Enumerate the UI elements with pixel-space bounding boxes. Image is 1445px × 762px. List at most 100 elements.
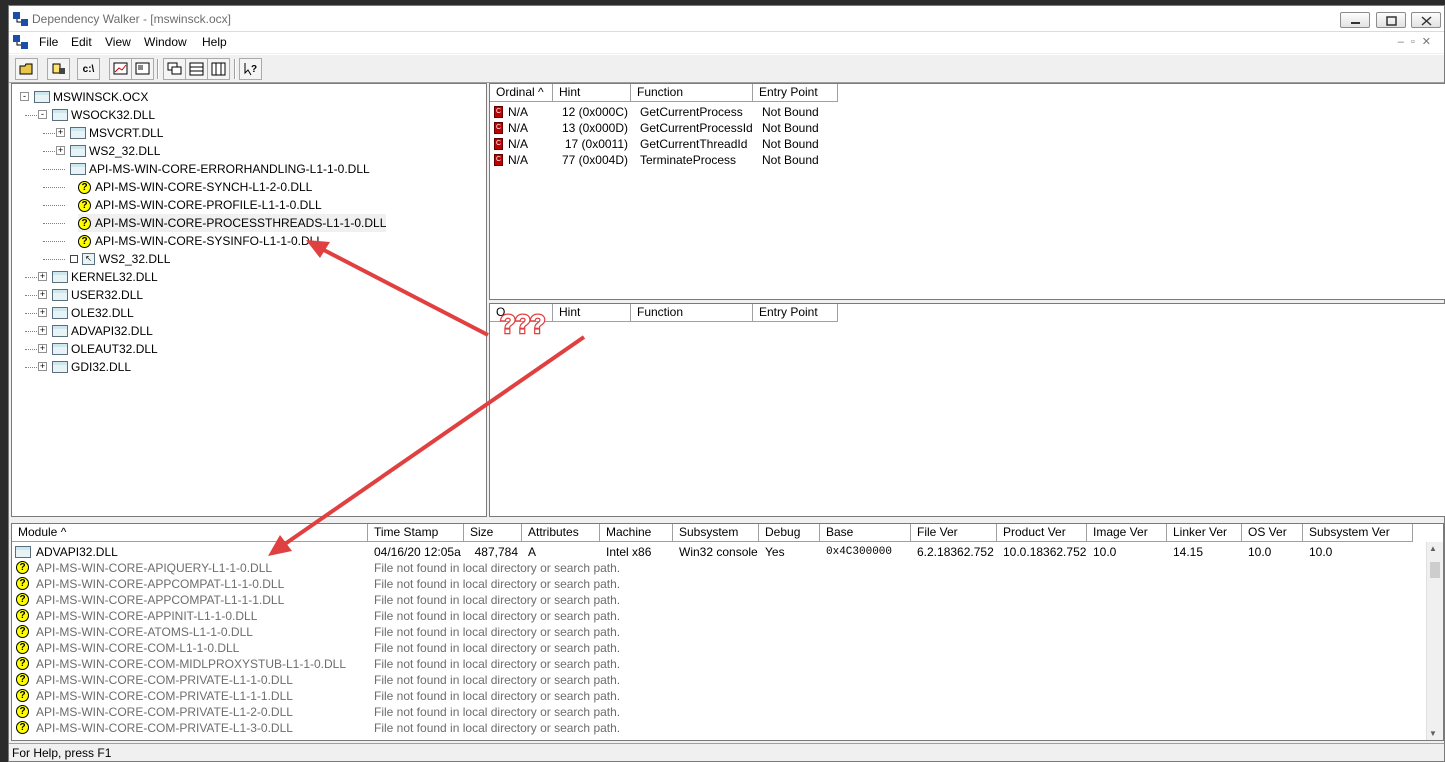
tree-connector: [25, 295, 37, 296]
split-button[interactable]: [207, 58, 230, 80]
cdir-button[interactable]: c:\: [77, 58, 100, 80]
properties-button[interactable]: [131, 58, 154, 80]
scroll-up-icon[interactable]: ▲: [1429, 544, 1437, 553]
missing-module-row[interactable]: ? API-MS-WIN-CORE-COM-PRIVATE-L1-2-0.DLL F…: [12, 704, 1422, 720]
tree-node-label: ADVAPI32.DLL: [71, 324, 153, 338]
column-header[interactable]: O: [490, 304, 553, 322]
menu-edit[interactable]: Edit: [71, 35, 92, 49]
tree-node[interactable]: OLE32.DLL: [52, 304, 134, 322]
tree-node[interactable]: ? API-MS-WIN-CORE-SYSINFO-L1-1-0.DLL: [78, 232, 323, 250]
column-header[interactable]: Attributes: [522, 524, 600, 542]
menu-window[interactable]: Window: [144, 35, 187, 49]
column-header[interactable]: Time Stamp: [368, 524, 464, 542]
expand-icon[interactable]: +: [38, 326, 47, 335]
tree-connector: [43, 169, 65, 170]
module-row[interactable]: ADVAPI32.DLL 04/16/20 12:05a 487,784 A Intel…: [12, 544, 1422, 560]
tree-node[interactable]: MSVCRT.DLL: [70, 124, 163, 142]
column-header[interactable]: Entry Point: [753, 84, 838, 102]
tree-node[interactable]: ? API-MS-WIN-CORE-SYNCH-L1-2-0.DLL: [78, 178, 312, 196]
cascade-button[interactable]: [185, 58, 208, 80]
expand-icon[interactable]: +: [38, 344, 47, 353]
tile-button[interactable]: [163, 58, 186, 80]
expand-icon[interactable]: +: [38, 290, 47, 299]
tree-node[interactable]: MSWINSCK.OCX: [34, 88, 148, 106]
column-header[interactable]: Subsystem: [673, 524, 759, 542]
column-header[interactable]: Entry Point: [753, 304, 838, 322]
missing-module-row[interactable]: ? API-MS-WIN-CORE-APPCOMPAT-L1-1-0.DLL Fil…: [12, 576, 1422, 592]
expand-icon[interactable]: +: [38, 272, 47, 281]
expand-icon[interactable]: +: [38, 362, 47, 371]
missing-module-row[interactable]: ? API-MS-WIN-CORE-APPCOMPAT-L1-1-1.DLL Fil…: [12, 592, 1422, 608]
menu-view[interactable]: View: [105, 35, 131, 49]
tree-node[interactable]: WS2_32.DLL: [70, 142, 160, 160]
tree-node[interactable]: GDI32.DLL: [52, 358, 131, 376]
column-header[interactable]: Base: [820, 524, 911, 542]
close-button[interactable]: [1411, 12, 1441, 28]
module-list-scrollbar[interactable]: ▲ ▼: [1426, 542, 1443, 740]
restore-button[interactable]: [1376, 12, 1406, 28]
missing-module-row[interactable]: ? API-MS-WIN-CORE-ATOMS-L1-1-0.DLL File no…: [12, 624, 1422, 640]
tree-node[interactable]: WSOCK32.DLL: [52, 106, 155, 124]
module-dependency-tree[interactable]: - MSWINSCK.OCX - WSOCK32.DLL + MSVCRT.DLL + WS2…: [11, 83, 487, 517]
tree-node[interactable]: USER32.DLL: [52, 286, 143, 304]
import-row[interactable]: C N/A 13 (0x000D) GetCurrentProcessId Not Bo…: [490, 120, 1390, 136]
missing-module-row[interactable]: ? API-MS-WIN-CORE-APPINIT-L1-1-0.DLL File …: [12, 608, 1422, 624]
find-button[interactable]: [47, 58, 70, 80]
column-header[interactable]: Product Ver: [997, 524, 1087, 542]
column-header[interactable]: File Ver: [911, 524, 997, 542]
title-bar[interactable]: Dependency Walker - [mswinsck.ocx]: [9, 6, 1444, 32]
missing-module-row[interactable]: ? API-MS-WIN-CORE-COM-MIDLPROXYSTUB-L1-1-…: [12, 656, 1422, 672]
column-header[interactable]: Hint: [553, 84, 631, 102]
missing-module-row[interactable]: ? API-MS-WIN-CORE-APIQUERY-L1-1-0.DLL File…: [12, 560, 1422, 576]
tree-node-label: OLE32.DLL: [71, 306, 134, 320]
collapse-icon[interactable]: -: [38, 110, 47, 119]
missing-module-row[interactable]: ? API-MS-WIN-CORE-COM-L1-1-0.DLL File not …: [12, 640, 1422, 656]
minimize-button[interactable]: [1340, 12, 1370, 28]
column-header[interactable]: OS Ver: [1242, 524, 1303, 542]
missing-module-row[interactable]: ? API-MS-WIN-CORE-COM-PRIVATE-L1-1-0.DLL F…: [12, 672, 1422, 688]
module-list[interactable]: ▲ ▼ Module ^ Time Stamp Size Attributes Mach…: [11, 523, 1444, 741]
column-header[interactable]: Function: [631, 84, 753, 102]
expand-icon[interactable]: +: [38, 308, 47, 317]
import-row[interactable]: C N/A 17 (0x0011) GetCurrentThreadId Not Bou…: [490, 136, 1390, 152]
import-cell: 77 (0x004D): [561, 153, 628, 167]
tree-node[interactable]: ? API-MS-WIN-CORE-PROFILE-L1-1-0.DLL: [78, 196, 322, 214]
tree-node[interactable]: ↖ WS2_32.DLL: [70, 250, 170, 268]
column-header[interactable]: Machine: [600, 524, 673, 542]
exports-pane[interactable]: O Hint Function Entry Point: [489, 303, 1445, 517]
import-row[interactable]: C N/A 77 (0x004D) TerminateProcess Not Bound: [490, 152, 1390, 168]
column-header[interactable]: Debug: [759, 524, 820, 542]
column-header[interactable]: Function: [631, 304, 753, 322]
mdi-control-buttons[interactable]: –▫✕: [1398, 35, 1438, 48]
module-icon: [70, 163, 86, 175]
tree-node[interactable]: KERNEL32.DLL: [52, 268, 158, 286]
expand-icon[interactable]: +: [56, 146, 65, 155]
expand-icon[interactable]: +: [56, 128, 65, 137]
tree-node[interactable]: ? API-MS-WIN-CORE-PROCESSTHREADS-L1-1-0.D…: [78, 214, 387, 232]
missing-module-row[interactable]: ? API-MS-WIN-CORE-COM-PRIVATE-L1-1-1.DLL F…: [12, 688, 1422, 704]
tree-node[interactable]: API-MS-WIN-CORE-ERRORHANDLING-L1-1-0.DLL: [70, 160, 370, 178]
tree-connector: [25, 331, 37, 332]
missing-module-row[interactable]: [12, 736, 1422, 740]
tree-node[interactable]: ADVAPI32.DLL: [52, 322, 153, 340]
import-row[interactable]: C N/A 12 (0x000C) GetCurrentProcess Not Boun…: [490, 104, 1390, 120]
column-header[interactable]: Subsystem Ver: [1303, 524, 1413, 542]
column-header[interactable]: Image Ver: [1087, 524, 1167, 542]
tree-node[interactable]: OLEAUT32.DLL: [52, 340, 158, 358]
document-icon[interactable]: [13, 35, 29, 49]
missing-module-row[interactable]: ? API-MS-WIN-CORE-COM-PRIVATE-L1-3-0.DLL F…: [12, 720, 1422, 736]
column-header[interactable]: Hint: [553, 304, 631, 322]
parent-imports-pane[interactable]: Ordinal ^ Hint Function Entry Point C N/A 12 (…: [489, 83, 1445, 300]
column-header[interactable]: Module ^: [12, 524, 368, 542]
scroll-down-icon[interactable]: ▼: [1429, 729, 1437, 738]
profile-button[interactable]: [109, 58, 132, 80]
context-help-button[interactable]: ?: [239, 58, 262, 80]
column-header[interactable]: Ordinal ^: [490, 84, 553, 102]
column-header[interactable]: Size: [464, 524, 522, 542]
menu-file[interactable]: File: [39, 35, 58, 49]
column-header[interactable]: Linker Ver: [1167, 524, 1242, 542]
open-button[interactable]: [15, 58, 38, 80]
scroll-thumb[interactable]: [1430, 562, 1440, 578]
collapse-icon[interactable]: -: [20, 92, 29, 101]
menu-help[interactable]: Help: [202, 35, 227, 49]
